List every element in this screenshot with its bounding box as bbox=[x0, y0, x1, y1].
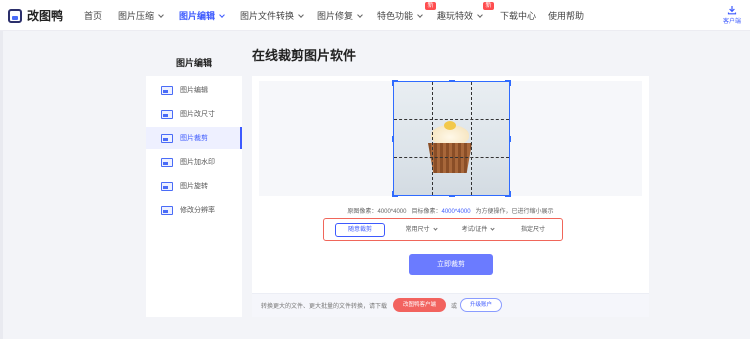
crop-frame[interactable] bbox=[392, 80, 511, 197]
crop-handle-bottom-right[interactable] bbox=[505, 191, 511, 197]
nav-file-convert[interactable]: 图片文件转换 bbox=[240, 9, 304, 22]
nav-file-convert-label: 图片文件转换 bbox=[240, 11, 295, 21]
sidebar-item-label: 图片改尺寸 bbox=[180, 111, 215, 118]
image-icon bbox=[161, 157, 173, 167]
logo[interactable]: 改图鸭 bbox=[8, 7, 63, 24]
sidebar-item-label: 图片裁剪 bbox=[180, 135, 208, 142]
chevron-down-icon bbox=[357, 12, 363, 18]
download-client-button[interactable]: 改图鸭客户端 bbox=[393, 298, 446, 312]
chevron-down-icon bbox=[158, 12, 164, 18]
image-icon bbox=[161, 133, 173, 143]
download-icon bbox=[727, 6, 737, 15]
original-pixels-value: 4000*4000 bbox=[377, 209, 407, 215]
image-icon bbox=[161, 205, 173, 215]
nav-download-center[interactable]: 下载中心 bbox=[500, 9, 536, 22]
original-pixels-label: 原图像素： bbox=[347, 209, 378, 215]
sidebar: 图片编辑 图片改尺寸 图片裁剪 图片加水印 图片旋转 修改分辨率 bbox=[146, 76, 242, 317]
sidebar-item-resize[interactable]: 图片改尺寸 bbox=[146, 103, 242, 125]
nav-image-repair-label: 图片修复 bbox=[317, 11, 354, 21]
sidebar-item-label: 图片编辑 bbox=[180, 87, 208, 94]
sidebar-item-resolution[interactable]: 修改分辨率 bbox=[146, 199, 242, 221]
crop-options: 随意裁剪 常用尺寸 考试/证件 指定尺寸 bbox=[323, 218, 563, 241]
nav-home[interactable]: 首页 bbox=[84, 9, 102, 22]
option-label: 常用尺寸 bbox=[405, 227, 430, 233]
or-text: 或 bbox=[451, 304, 458, 310]
nav-download-center-label: 下载中心 bbox=[500, 11, 537, 21]
nav-image-compress-label: 图片压缩 bbox=[118, 11, 155, 21]
crop-grid-line bbox=[394, 157, 509, 158]
client-download-button[interactable]: 客户端 bbox=[720, 5, 744, 25]
chevron-down-icon bbox=[219, 12, 225, 18]
nav-fun-effects-label: 趣玩特效 bbox=[437, 11, 474, 21]
chevron-down-icon bbox=[417, 12, 423, 18]
crop-now-button[interactable]: 立即裁剪 bbox=[409, 254, 493, 275]
sidebar-item-crop[interactable]: 图片裁剪 bbox=[146, 127, 242, 149]
nav-features-label: 特色功能 bbox=[377, 11, 414, 21]
crop-handle-top-left[interactable] bbox=[392, 80, 398, 86]
upgrade-account-button[interactable]: 升级账户 bbox=[460, 298, 502, 312]
crop-handle-right[interactable] bbox=[509, 136, 511, 142]
nav-home-label: 首页 bbox=[84, 11, 103, 21]
new-badge: 新 bbox=[483, 2, 495, 10]
crop-handle-bottom-left[interactable] bbox=[392, 191, 398, 197]
target-pixels-value: 4000*4000 bbox=[441, 209, 471, 215]
option-label: 随意裁剪 bbox=[347, 227, 372, 233]
option-exam-id[interactable]: 考试/证件 bbox=[452, 223, 504, 237]
image-icon bbox=[161, 109, 173, 119]
image-icon bbox=[161, 181, 173, 191]
crop-handle-top[interactable] bbox=[449, 80, 455, 82]
pixel-info: 原图像素：4000*4000 目标像素：4000*4000 为方便操作，已进行缩… bbox=[252, 206, 649, 215]
option-free-crop[interactable]: 随意裁剪 bbox=[335, 223, 385, 237]
sidebar-item-label: 图片旋转 bbox=[180, 183, 208, 190]
crop-handle-top-right[interactable] bbox=[505, 80, 511, 86]
sidebar-item-image-edit[interactable]: 图片编辑 bbox=[146, 79, 242, 101]
logo-icon bbox=[8, 8, 22, 23]
sidebar-item-label: 图片加水印 bbox=[180, 159, 215, 166]
scale-note: 为方便操作，已进行缩小展示 bbox=[475, 209, 554, 215]
option-label: 考试/证件 bbox=[461, 227, 488, 233]
option-common-sizes[interactable]: 常用尺寸 bbox=[396, 223, 446, 237]
crop-grid-line bbox=[471, 82, 472, 195]
nav-fun-effects[interactable]: 趣玩特效 新 bbox=[437, 2, 495, 22]
sidebar-title: 图片编辑 bbox=[175, 58, 212, 68]
nav-help[interactable]: 使用帮助 bbox=[548, 9, 584, 22]
sidebar-item-label: 修改分辨率 bbox=[180, 207, 215, 214]
chevron-down-icon bbox=[477, 12, 483, 18]
crop-grid-line bbox=[432, 82, 433, 195]
nav-image-compress[interactable]: 图片压缩 bbox=[118, 9, 164, 22]
nav-image-edit-label: 图片编辑 bbox=[179, 11, 216, 21]
crop-handle-left[interactable] bbox=[392, 136, 394, 142]
sidebar-item-rotate[interactable]: 图片旋转 bbox=[146, 175, 242, 197]
chevron-down-icon bbox=[432, 226, 438, 231]
sidebar-item-watermark[interactable]: 图片加水印 bbox=[146, 151, 242, 173]
logo-text: 改图鸭 bbox=[27, 9, 64, 23]
page-title: 在线裁剪图片软件 bbox=[252, 48, 357, 63]
top-nav-bar: 改图鸭 首页 图片压缩 图片编辑 图片文件转换 图片修复 特色功能新 趣玩特效新… bbox=[0, 0, 750, 31]
crop-handle-bottom[interactable] bbox=[449, 195, 455, 197]
nav-image-repair[interactable]: 图片修复 bbox=[317, 9, 363, 22]
target-pixels-label: 目标像素： bbox=[411, 209, 442, 215]
chevron-down-icon bbox=[490, 226, 495, 231]
image-icon bbox=[161, 85, 173, 95]
nav-help-label: 使用帮助 bbox=[548, 11, 585, 21]
page-scroll-edge bbox=[0, 31, 3, 339]
option-label: 指定尺寸 bbox=[520, 227, 545, 233]
promo-text: 转换更大的文件、更大批量的文件转换，请下载 bbox=[261, 304, 388, 310]
option-custom-size[interactable]: 指定尺寸 bbox=[508, 223, 558, 237]
new-badge: 新 bbox=[425, 2, 437, 10]
crop-grid-line bbox=[394, 119, 509, 120]
chevron-down-icon bbox=[298, 12, 304, 18]
nav-features[interactable]: 特色功能 新 bbox=[377, 2, 437, 22]
client-label: 客户端 bbox=[722, 19, 741, 25]
nav-image-edit[interactable]: 图片编辑 bbox=[179, 9, 225, 22]
